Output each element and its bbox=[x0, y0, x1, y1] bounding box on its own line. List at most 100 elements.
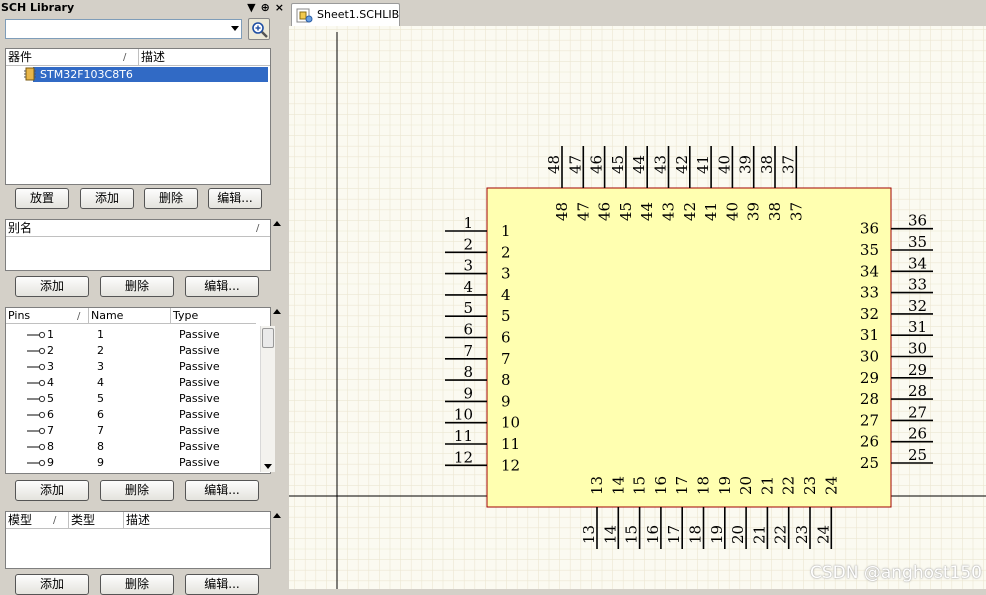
pin-list-row[interactable]: 4 4 Passive bbox=[6, 375, 256, 391]
pin-name-label: 40 bbox=[723, 202, 741, 221]
pin-icon bbox=[27, 411, 46, 419]
place-button[interactable]: 放置 bbox=[15, 188, 69, 209]
header-model-type[interactable]: 类型 bbox=[69, 512, 124, 528]
pin-number: 7 bbox=[47, 424, 54, 437]
pin-list-row[interactable]: 2 2 Passive bbox=[6, 343, 256, 359]
pin-designator: 32 bbox=[908, 297, 927, 315]
schematic-canvas[interactable]: 1 12 23 34 45 56 67 78 89 910 1011 1112 122525262627… bbox=[289, 26, 986, 589]
delete-alias-button[interactable]: 删除 bbox=[100, 276, 174, 297]
pin-designator: 35 bbox=[908, 233, 927, 251]
add-alias-button[interactable]: 添加 bbox=[15, 276, 89, 297]
panel-pin-icon[interactable]: ⊕ bbox=[261, 0, 270, 15]
pin-designator: 23 bbox=[793, 525, 811, 544]
pin-icon bbox=[27, 347, 46, 355]
edit-alias-button[interactable]: 编辑... bbox=[185, 276, 259, 297]
tab-sheet1-schlib[interactable]: Sheet1.SCHLIB * bbox=[291, 3, 400, 43]
add-component-button[interactable]: 添加 bbox=[80, 188, 134, 209]
delete-model-button[interactable]: 删除 bbox=[100, 574, 174, 595]
pin-name: 8 bbox=[97, 440, 104, 453]
pin-name-label: 11 bbox=[501, 435, 520, 453]
sort-indicator: / bbox=[53, 515, 57, 526]
pin-designator: 12 bbox=[454, 448, 473, 466]
pin-designator: 8 bbox=[463, 363, 473, 381]
pin-list-row[interactable]: 8 8 Passive bbox=[6, 439, 256, 455]
pin-number: 5 bbox=[47, 392, 54, 405]
pin-designator: 42 bbox=[673, 155, 691, 174]
add-pin-button[interactable]: 添加 bbox=[15, 480, 89, 501]
edit-pin-button[interactable]: 编辑... bbox=[185, 480, 259, 501]
filter-combobox[interactable] bbox=[5, 19, 242, 39]
pin-designator: 19 bbox=[708, 525, 726, 544]
pin-list-row[interactable]: 1 1 Passive bbox=[6, 327, 256, 343]
pin-designator: 33 bbox=[908, 276, 927, 294]
pin-designator: 9 bbox=[463, 384, 473, 402]
pin-list-row[interactable]: 7 7 Passive bbox=[6, 423, 256, 439]
pin-name-label: 30 bbox=[860, 348, 879, 366]
pin-name: 5 bbox=[97, 392, 104, 405]
pin-designator: 31 bbox=[908, 318, 927, 336]
pin-name-label: 19 bbox=[716, 476, 734, 495]
chevron-down-icon[interactable] bbox=[231, 26, 239, 31]
pin-name-label: 32 bbox=[860, 305, 879, 323]
pin-icon bbox=[27, 395, 46, 403]
header-alias[interactable]: 别名 / bbox=[6, 220, 270, 236]
header-description[interactable]: 描述 bbox=[139, 49, 270, 65]
edit-model-button[interactable]: 编辑... bbox=[185, 574, 259, 595]
pin-list-scrollbar[interactable] bbox=[260, 326, 275, 472]
component-icon bbox=[24, 67, 36, 81]
panel-title: SCH Library bbox=[0, 0, 287, 15]
pin-type: Passive bbox=[179, 376, 220, 389]
pin-designator: 7 bbox=[463, 342, 473, 360]
panel-close-icon[interactable]: × bbox=[275, 0, 284, 15]
header-model-description[interactable]: 描述 bbox=[124, 512, 270, 528]
pin-name-label: 29 bbox=[860, 369, 879, 387]
pin-designator: 28 bbox=[908, 382, 927, 400]
pin-list-row[interactable]: 5 5 Passive bbox=[6, 391, 256, 407]
pin-designator: 21 bbox=[750, 525, 768, 544]
header-name[interactable]: Name bbox=[89, 308, 171, 324]
pin-designator: 25 bbox=[908, 446, 927, 464]
pin-designator: 17 bbox=[665, 525, 683, 544]
pin-name-label: 34 bbox=[860, 262, 879, 280]
pin-list-row[interactable]: 3 3 Passive bbox=[6, 359, 256, 375]
pin-name-label: 35 bbox=[860, 241, 879, 259]
scroll-down-icon[interactable] bbox=[264, 464, 272, 469]
pin-designator: 46 bbox=[588, 155, 606, 174]
zoom-button[interactable] bbox=[248, 18, 270, 40]
sch-library-panel: SCH Library ▼ ⊕ × 器件 / 描述 STM32F103C8T6 … bbox=[0, 0, 287, 595]
pin-list-row[interactable]: 9 9 Passive bbox=[6, 455, 256, 471]
pin-designator: 20 bbox=[729, 525, 747, 544]
add-model-button[interactable]: 添加 bbox=[15, 574, 89, 595]
panel-menu-icon[interactable]: ▼ bbox=[247, 0, 255, 15]
header-pins[interactable]: Pins / bbox=[6, 308, 89, 324]
delete-component-button[interactable]: 删除 bbox=[144, 188, 198, 209]
collapse-aliases-icon[interactable] bbox=[273, 221, 281, 226]
pin-designator: 16 bbox=[644, 525, 662, 544]
pin-designator: 6 bbox=[463, 321, 473, 339]
collapse-pins-icon[interactable] bbox=[273, 309, 281, 314]
header-model[interactable]: 模型 / bbox=[6, 512, 69, 528]
pin-list[interactable]: Pins / Name Type 1 1 Passive 2 2 Passive 3 3 Pas… bbox=[5, 307, 275, 474]
header-component[interactable]: 器件 / bbox=[6, 49, 139, 65]
sort-indicator: / bbox=[123, 52, 127, 63]
pin-list-row[interactable]: 6 6 Passive bbox=[6, 407, 256, 423]
pin-designator: 40 bbox=[715, 155, 733, 174]
pin-name-label: 43 bbox=[660, 202, 678, 221]
pin-designator: 4 bbox=[463, 278, 473, 296]
watermark-text: CSDN @anghost150 bbox=[809, 563, 982, 583]
pin-name-label: 28 bbox=[860, 390, 879, 408]
scrollbar-thumb[interactable] bbox=[262, 328, 274, 348]
delete-pin-button[interactable]: 删除 bbox=[100, 480, 174, 501]
pin-name: 9 bbox=[97, 456, 104, 469]
sort-indicator: / bbox=[256, 223, 260, 234]
pin-designator: 38 bbox=[758, 155, 776, 174]
pin-name-label: 16 bbox=[652, 476, 670, 495]
edit-component-button[interactable]: 编辑... bbox=[208, 188, 262, 209]
pin-name-label: 9 bbox=[501, 392, 511, 410]
alias-list[interactable]: 别名 / bbox=[5, 219, 271, 271]
collapse-models-icon[interactable] bbox=[273, 513, 281, 518]
header-type[interactable]: Type bbox=[171, 308, 256, 324]
model-list[interactable]: 模型 / 类型 描述 bbox=[5, 511, 271, 569]
pin-designator: 1 bbox=[463, 214, 473, 232]
pin-name: 1 bbox=[97, 328, 104, 341]
